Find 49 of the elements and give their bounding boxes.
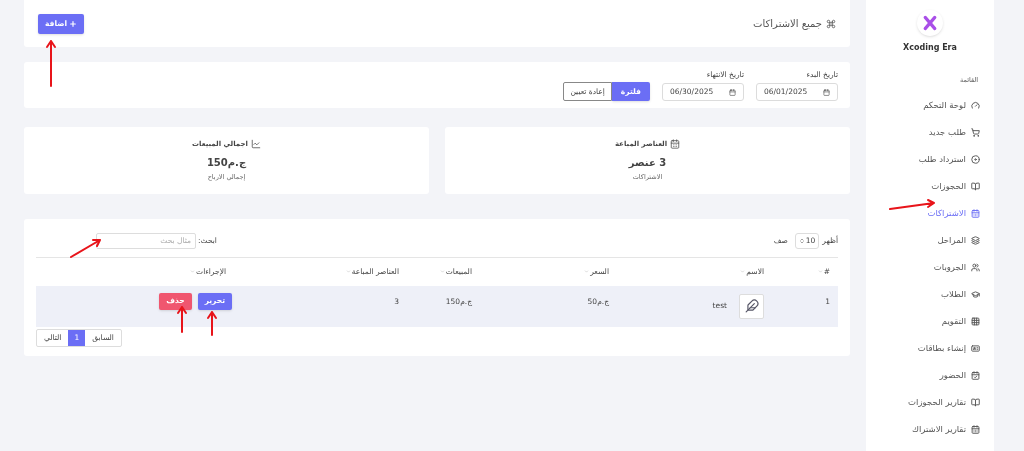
menu-icon	[971, 100, 980, 110]
menu-icon	[971, 127, 980, 137]
sidebar-item[interactable]: الجروبات	[866, 253, 994, 281]
sidebar-item[interactable]: طلب جديد	[866, 118, 994, 146]
menu-icon	[971, 181, 980, 191]
sidebar-item[interactable]: لوحة التحكم	[866, 91, 994, 119]
menu-icon	[971, 424, 980, 434]
sidebar-item[interactable]: إنشاء بطاقات	[866, 334, 994, 362]
thumbnail-icon	[739, 293, 764, 319]
menu-icon	[971, 397, 980, 407]
calendar-icon	[729, 88, 736, 96]
sidebar-item[interactable]: الحجوزات	[866, 172, 994, 200]
page-title: جميع الاشتراكات	[753, 17, 822, 31]
sidebar-item[interactable]: تقارير الاشتراك	[866, 415, 994, 443]
sort-icon	[740, 269, 746, 275]
command-icon	[826, 18, 836, 29]
calendar-icon	[823, 88, 830, 96]
menu-icon	[971, 370, 980, 380]
sidebar-item[interactable]: الحضور	[866, 361, 994, 389]
sort-icon	[584, 269, 590, 275]
stat-value: 3 عنصر	[628, 155, 667, 170]
sort-icon	[190, 269, 196, 275]
sort-icon	[817, 269, 823, 275]
annotation-arrow	[45, 38, 57, 88]
menu-icon	[971, 262, 980, 272]
annotation-arrow	[176, 304, 188, 334]
menu-icon	[971, 235, 980, 245]
annotation-arrow	[206, 309, 218, 337]
sidebar-item[interactable]: الاشتراكات	[866, 199, 994, 227]
annotation-arrow	[68, 236, 104, 260]
menu-icon	[971, 316, 980, 326]
sidebar-item[interactable]: استرداد طلب	[866, 145, 994, 173]
menu-icon	[971, 154, 980, 164]
select-icon	[798, 237, 805, 244]
menu-icon	[971, 289, 980, 299]
brand-name: Xcoding Era	[903, 42, 957, 54]
menu-icon	[971, 208, 980, 218]
sidebar-item[interactable]: التقويم	[866, 307, 994, 335]
sidebar-item[interactable]: المراحل	[866, 226, 994, 254]
sidebar-item[interactable]: تقارير الحجوزات	[866, 388, 994, 416]
logo-icon	[917, 10, 943, 36]
sidebar-item[interactable]: الطلاب	[866, 280, 994, 308]
stat-icon	[670, 139, 681, 150]
stat-value: ج.م150	[206, 155, 247, 170]
sort-icon	[439, 269, 445, 275]
sort-icon	[345, 269, 351, 275]
plus-icon	[69, 19, 78, 28]
menu-icon	[971, 343, 980, 353]
stat-icon	[251, 139, 261, 150]
